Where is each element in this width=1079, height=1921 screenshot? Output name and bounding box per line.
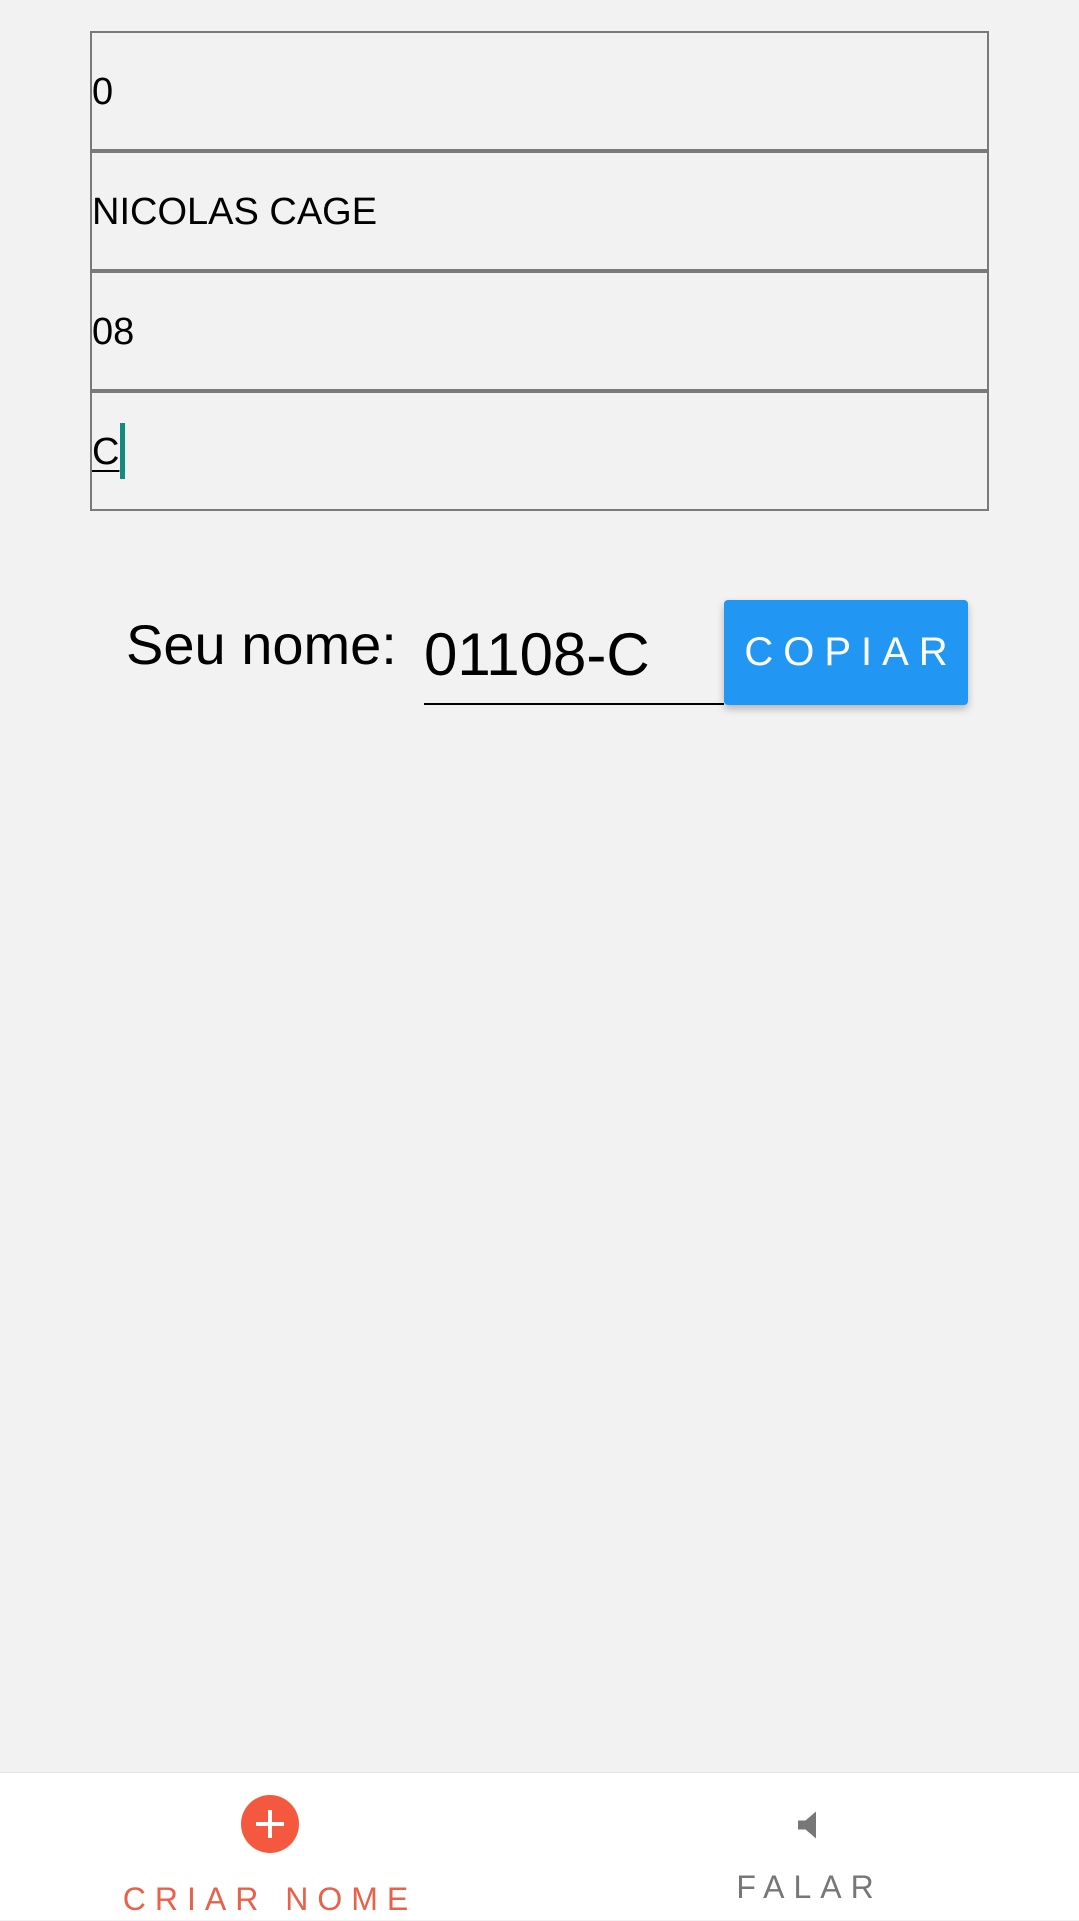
nav-create-name-label: CRIAR NOME [122,1881,418,1917]
speaker-icon [797,1811,816,1839]
field-4-input[interactable]: C [90,391,989,511]
field-3-input[interactable]: 08 [90,271,989,391]
bottom-navigation: CRIAR NOME FALAR [0,1772,1079,1920]
result-label: Seu nome: [126,613,397,676]
field-1-value: 0 [92,70,114,113]
nav-speak-label: FALAR [736,1869,883,1905]
nav-speak[interactable]: FALAR [540,1773,1079,1921]
field-2-input[interactable]: NICOLAS CAGE [90,151,989,271]
field-2-value: NICOLAS CAGE [92,190,378,233]
nav-create-name[interactable]: CRIAR NOME [0,1773,540,1921]
field-3-value: 08 [92,310,135,353]
field-1-input[interactable]: 0 [90,31,989,151]
text-cursor [120,423,126,479]
plus-circle-icon [241,1795,299,1853]
field-4-value: C [92,430,120,473]
copy-button[interactable]: COPIAR [724,600,968,705]
result-name-field[interactable]: 01108-C [424,615,724,705]
